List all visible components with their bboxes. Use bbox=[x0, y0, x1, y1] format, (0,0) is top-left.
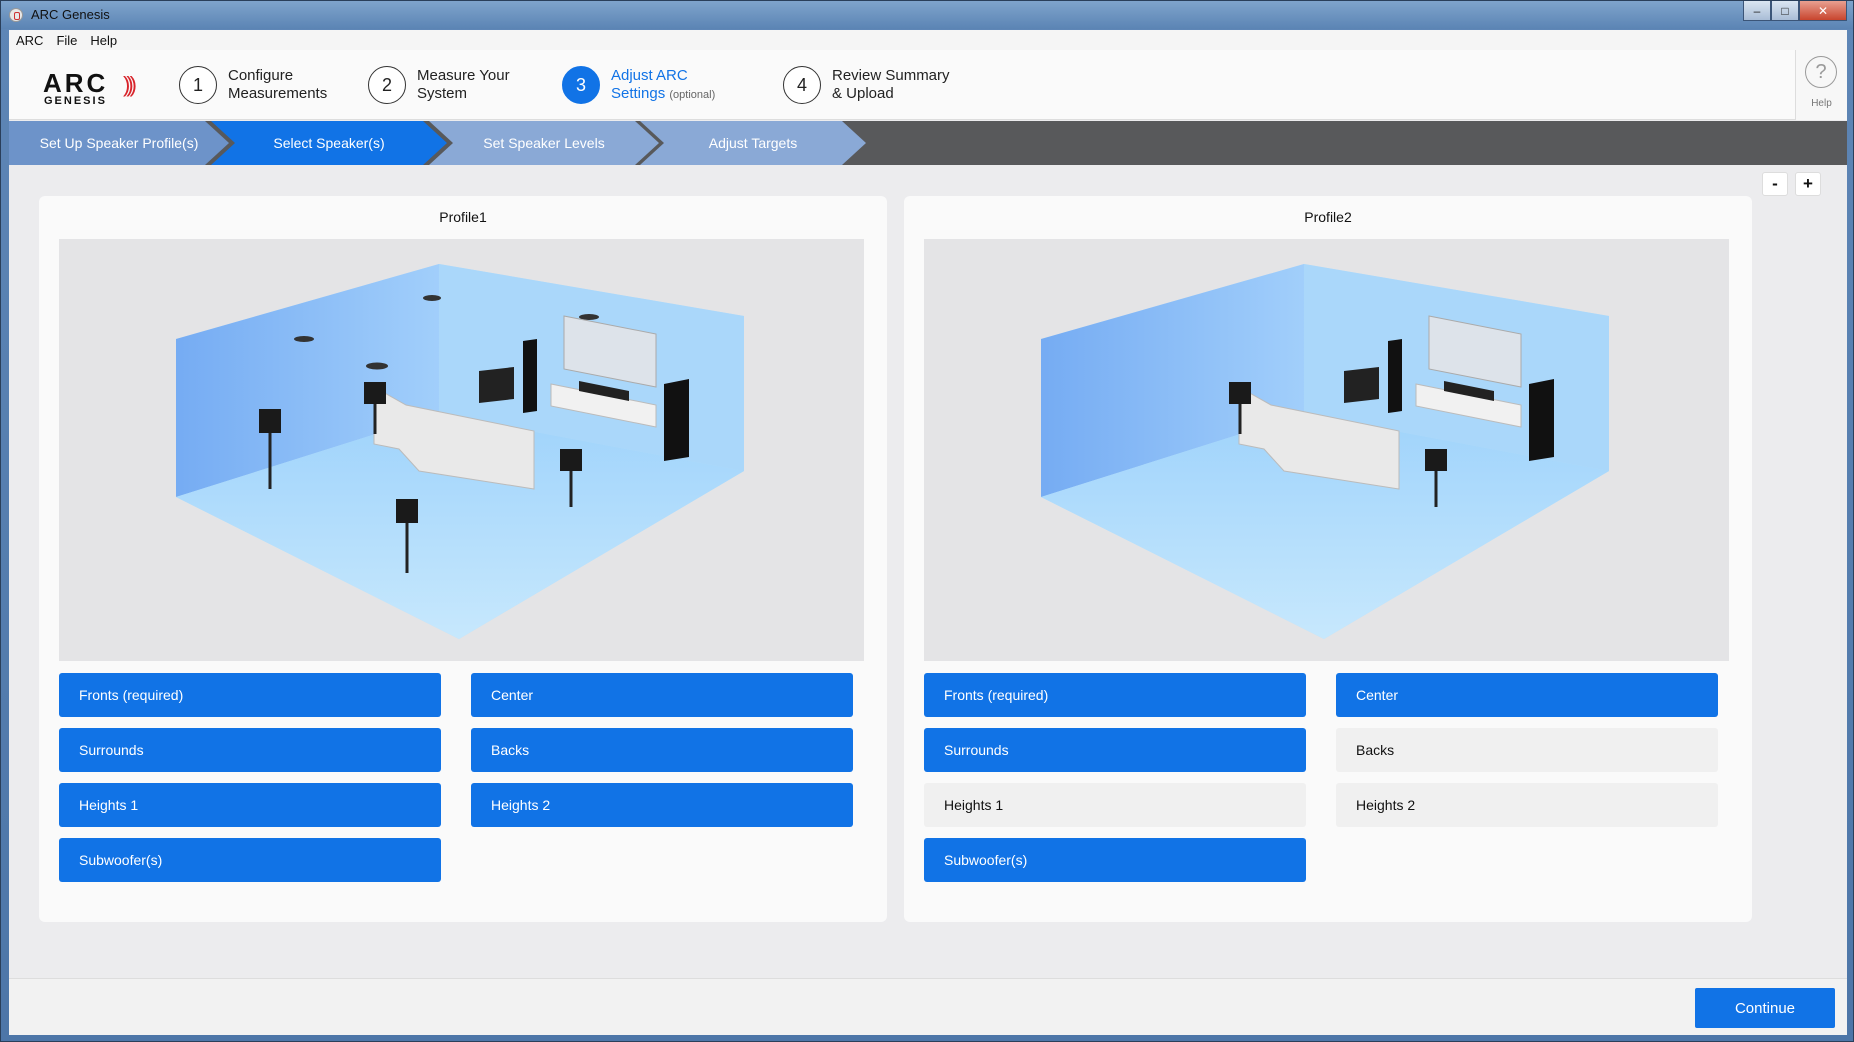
step-label: Measure Your System bbox=[417, 67, 510, 102]
sound-waves-icon: ))) bbox=[123, 72, 137, 97]
room-illustration bbox=[59, 239, 864, 661]
app-window: ARC Genesis – □ ✕ ARC File Help ARC GENE… bbox=[0, 0, 1854, 1042]
speaker-toggle-center[interactable]: Center bbox=[471, 673, 853, 717]
breadcrumb: Set Up Speaker Profile(s) Select Speaker… bbox=[9, 121, 1847, 165]
profile-card-2: Profile2 Fronts (required) Center Surrou… bbox=[904, 196, 1752, 922]
step-number: 2 bbox=[368, 66, 406, 104]
speaker-toggle-surrounds[interactable]: Surrounds bbox=[59, 728, 441, 772]
zoom-out-button[interactable]: - bbox=[1762, 172, 1788, 196]
room-illustration bbox=[924, 239, 1729, 661]
step-4[interactable]: 4 Review Summary & Upload bbox=[783, 64, 950, 106]
step-label: Configure Measurements bbox=[228, 67, 328, 102]
step-2[interactable]: 2 Measure Your System bbox=[368, 64, 510, 106]
continue-button[interactable]: Continue bbox=[1695, 988, 1835, 1028]
step-number: 1 bbox=[179, 66, 217, 104]
profile-card-1: Profile1 Fronts (required) Center Surrou… bbox=[39, 196, 887, 922]
step-1[interactable]: 1 Configure Measurements bbox=[179, 64, 327, 106]
crumb-select-speakers[interactable]: Select Speaker(s) bbox=[211, 121, 447, 165]
step-number: 4 bbox=[783, 66, 821, 104]
title-bar: ARC Genesis – □ ✕ bbox=[1, 1, 1853, 29]
app-icon bbox=[9, 8, 23, 22]
speaker-toggle-surrounds[interactable]: Surrounds bbox=[924, 728, 1306, 772]
speaker-toggle-heights-2[interactable]: Heights 2 bbox=[471, 783, 853, 827]
help-button[interactable]: ? Help bbox=[1795, 50, 1847, 120]
speaker-toggle-backs[interactable]: Backs bbox=[471, 728, 853, 772]
question-icon: ? bbox=[1805, 56, 1837, 88]
maximize-button[interactable]: □ bbox=[1771, 1, 1799, 21]
footer-bar: Continue bbox=[9, 978, 1847, 1035]
speaker-toggle-center[interactable]: Center bbox=[1336, 673, 1718, 717]
crumb-adjust-targets[interactable]: Adjust Targets bbox=[640, 121, 866, 165]
profile-title: Profile1 bbox=[439, 209, 487, 225]
speaker-toggle-heights-2[interactable]: Heights 2 bbox=[1336, 783, 1718, 827]
step-label: Review Summary & Upload bbox=[832, 67, 950, 102]
client-area: ARC File Help ARC GENESIS ))) 1 Configur… bbox=[9, 30, 1847, 1035]
help-label: Help bbox=[1811, 98, 1832, 109]
arc-genesis-logo: ARC GENESIS ))) bbox=[43, 68, 137, 107]
speaker-toggle-fronts[interactable]: Fronts (required) bbox=[59, 673, 441, 717]
speaker-toggle-fronts[interactable]: Fronts (required) bbox=[924, 673, 1306, 717]
menu-file[interactable]: File bbox=[56, 33, 77, 48]
minimize-button[interactable]: – bbox=[1743, 1, 1771, 21]
menu-arc[interactable]: ARC bbox=[16, 33, 43, 48]
speaker-toggle-subwoofers[interactable]: Subwoofer(s) bbox=[924, 838, 1306, 882]
menu-help[interactable]: Help bbox=[90, 33, 117, 48]
menu-bar: ARC File Help bbox=[9, 30, 1847, 50]
speaker-toggle-heights-1[interactable]: Heights 1 bbox=[59, 783, 441, 827]
speaker-toggle-subwoofers[interactable]: Subwoofer(s) bbox=[59, 838, 441, 882]
speaker-toggle-backs[interactable]: Backs bbox=[1336, 728, 1718, 772]
speaker-toggle-heights-1[interactable]: Heights 1 bbox=[924, 783, 1306, 827]
window-title: ARC Genesis bbox=[31, 7, 110, 22]
zoom-in-button[interactable]: + bbox=[1795, 172, 1821, 196]
step-label: Adjust ARC Settings (optional) bbox=[611, 66, 716, 102]
close-button[interactable]: ✕ bbox=[1799, 1, 1847, 21]
wizard-header: ARC GENESIS ))) 1 Configure Measurements … bbox=[9, 50, 1847, 120]
step-3[interactable]: 3 Adjust ARC Settings (optional) bbox=[562, 64, 715, 106]
step-number: 3 bbox=[562, 66, 600, 104]
crumb-set-speaker-levels[interactable]: Set Speaker Levels bbox=[429, 121, 659, 165]
optional-note: (optional) bbox=[669, 88, 716, 101]
profile-title: Profile2 bbox=[1304, 209, 1352, 225]
crumb-set-up-speaker-profiles[interactable]: Set Up Speaker Profile(s) bbox=[9, 121, 229, 165]
